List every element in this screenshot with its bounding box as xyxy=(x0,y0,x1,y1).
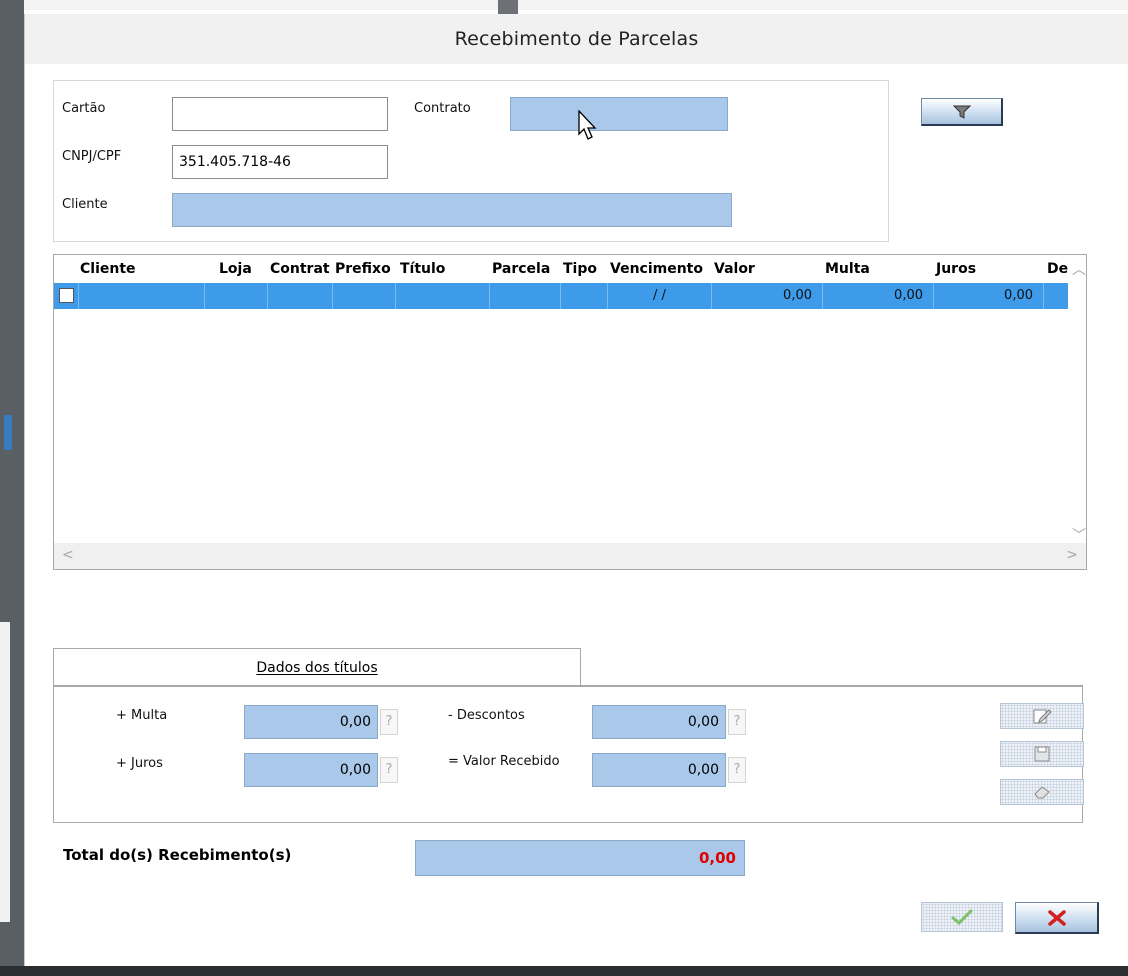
background-splitter xyxy=(498,0,518,14)
column-header-descontos[interactable]: Des xyxy=(1045,255,1070,283)
scroll-left-icon[interactable]: < xyxy=(62,547,74,563)
cell-vencimento: / / xyxy=(608,283,712,309)
cell-tipo xyxy=(561,283,608,309)
column-header-prefixo[interactable]: Prefixo xyxy=(333,255,397,283)
funnel-icon xyxy=(952,105,971,119)
edit-icon xyxy=(1033,709,1052,724)
confirm-button[interactable] xyxy=(921,902,1003,932)
contrato-label: Contrato xyxy=(414,101,471,116)
column-header-loja[interactable]: Loja xyxy=(217,255,267,283)
cell-cliente xyxy=(79,283,205,309)
horizontal-scrollbar[interactable]: < > xyxy=(54,543,1086,569)
eraser-icon xyxy=(1034,786,1050,799)
close-x-icon xyxy=(1047,909,1066,926)
dialog-window: Recebimento de Parcelas Cartão Contrato … xyxy=(24,14,1128,966)
juros-label: + Juros xyxy=(116,756,163,771)
save-button[interactable] xyxy=(1000,741,1084,767)
cell-titulo xyxy=(396,283,490,309)
clear-button[interactable] xyxy=(1000,779,1084,805)
window-title: Recebimento de Parcelas xyxy=(454,28,699,50)
background-top-strip xyxy=(24,0,1128,10)
grid-header: Cliente Loja Contrat Prefixo Título Parc… xyxy=(54,255,1070,283)
cnpj-label: CNPJ/CPF xyxy=(62,149,122,164)
filter-button[interactable] xyxy=(921,98,1003,126)
cancel-button[interactable] xyxy=(1015,902,1099,934)
juros-field[interactable]: 0,00 xyxy=(244,753,378,787)
column-header-multa[interactable]: Multa xyxy=(823,255,923,283)
scroll-up-icon[interactable]: ︿ xyxy=(1072,259,1086,279)
multa-help-button[interactable]: ? xyxy=(380,709,398,735)
total-label: Total do(s) Recebimento(s) xyxy=(63,846,292,864)
table-row[interactable]: / / 0,00 0,00 0,00 xyxy=(54,283,1080,309)
title-bar[interactable]: Recebimento de Parcelas xyxy=(25,14,1128,64)
valor-recebido-label: = Valor Recebido xyxy=(448,754,560,769)
cell-contrato xyxy=(268,283,333,309)
cell-loja xyxy=(205,283,268,309)
contrato-input[interactable] xyxy=(510,97,728,131)
cartao-label: Cartão xyxy=(62,101,106,116)
cell-prefixo xyxy=(333,283,396,309)
column-header-contrato[interactable]: Contrat xyxy=(268,255,332,283)
scroll-down-icon[interactable]: ﹀ xyxy=(1072,525,1086,545)
cliente-label: Cliente xyxy=(62,197,108,212)
column-header-juros[interactable]: Juros xyxy=(934,255,1034,283)
cell-multa: 0,00 xyxy=(823,283,934,309)
tab-dados-titulos-label: Dados dos títulos xyxy=(256,659,378,676)
filter-group: Cartão Contrato CNPJ/CPF 351.405.718-46 … xyxy=(53,80,889,242)
edit-button[interactable] xyxy=(1000,703,1084,729)
column-header-valor[interactable]: Valor xyxy=(712,255,812,283)
juros-help-button[interactable]: ? xyxy=(380,757,398,783)
tab-dados-titulos[interactable]: Dados dos títulos xyxy=(53,648,581,686)
row-checkbox[interactable] xyxy=(59,288,74,303)
cell-valor: 0,00 xyxy=(712,283,823,309)
cell-juros: 0,00 xyxy=(934,283,1044,309)
valor-recebido-help-button[interactable]: ? xyxy=(728,757,746,783)
mouse-cursor-icon xyxy=(578,110,597,140)
column-header-titulo[interactable]: Título xyxy=(398,255,488,283)
cliente-input[interactable] xyxy=(172,193,732,227)
column-header-vencimento[interactable]: Vencimento xyxy=(608,255,712,283)
titles-grid[interactable]: Cliente Loja Contrat Prefixo Título Parc… xyxy=(53,254,1087,570)
cnpj-input[interactable]: 351.405.718-46 xyxy=(172,145,388,179)
descontos-label: - Descontos xyxy=(448,708,525,723)
descontos-help-button[interactable]: ? xyxy=(728,709,746,735)
multa-field[interactable]: 0,00 xyxy=(244,705,378,739)
total-field: 0,00 xyxy=(415,840,745,876)
background-bottom-strip xyxy=(0,966,1128,976)
multa-label: + Multa xyxy=(116,708,168,723)
background-left-light xyxy=(0,622,10,922)
descontos-field[interactable]: 0,00 xyxy=(592,705,726,739)
vertical-scrollbar[interactable]: ︿ ﹀ xyxy=(1068,255,1086,553)
tab-panel: + Multa 0,00 ? + Juros 0,00 ? - Desconto… xyxy=(53,685,1084,823)
valor-recebido-field[interactable]: 0,00 xyxy=(592,753,726,787)
save-icon xyxy=(1034,746,1050,762)
column-header-parcela[interactable]: Parcela xyxy=(490,255,560,283)
column-header-cliente[interactable]: Cliente xyxy=(78,255,178,283)
row-checkbox-cell[interactable] xyxy=(54,283,79,309)
checkmark-icon xyxy=(951,909,973,925)
scroll-right-icon[interactable]: > xyxy=(1066,547,1078,563)
cell-parcela xyxy=(490,283,561,309)
cartao-input[interactable] xyxy=(172,97,388,131)
column-header-tipo[interactable]: Tipo xyxy=(561,255,609,283)
background-accent xyxy=(4,415,12,450)
